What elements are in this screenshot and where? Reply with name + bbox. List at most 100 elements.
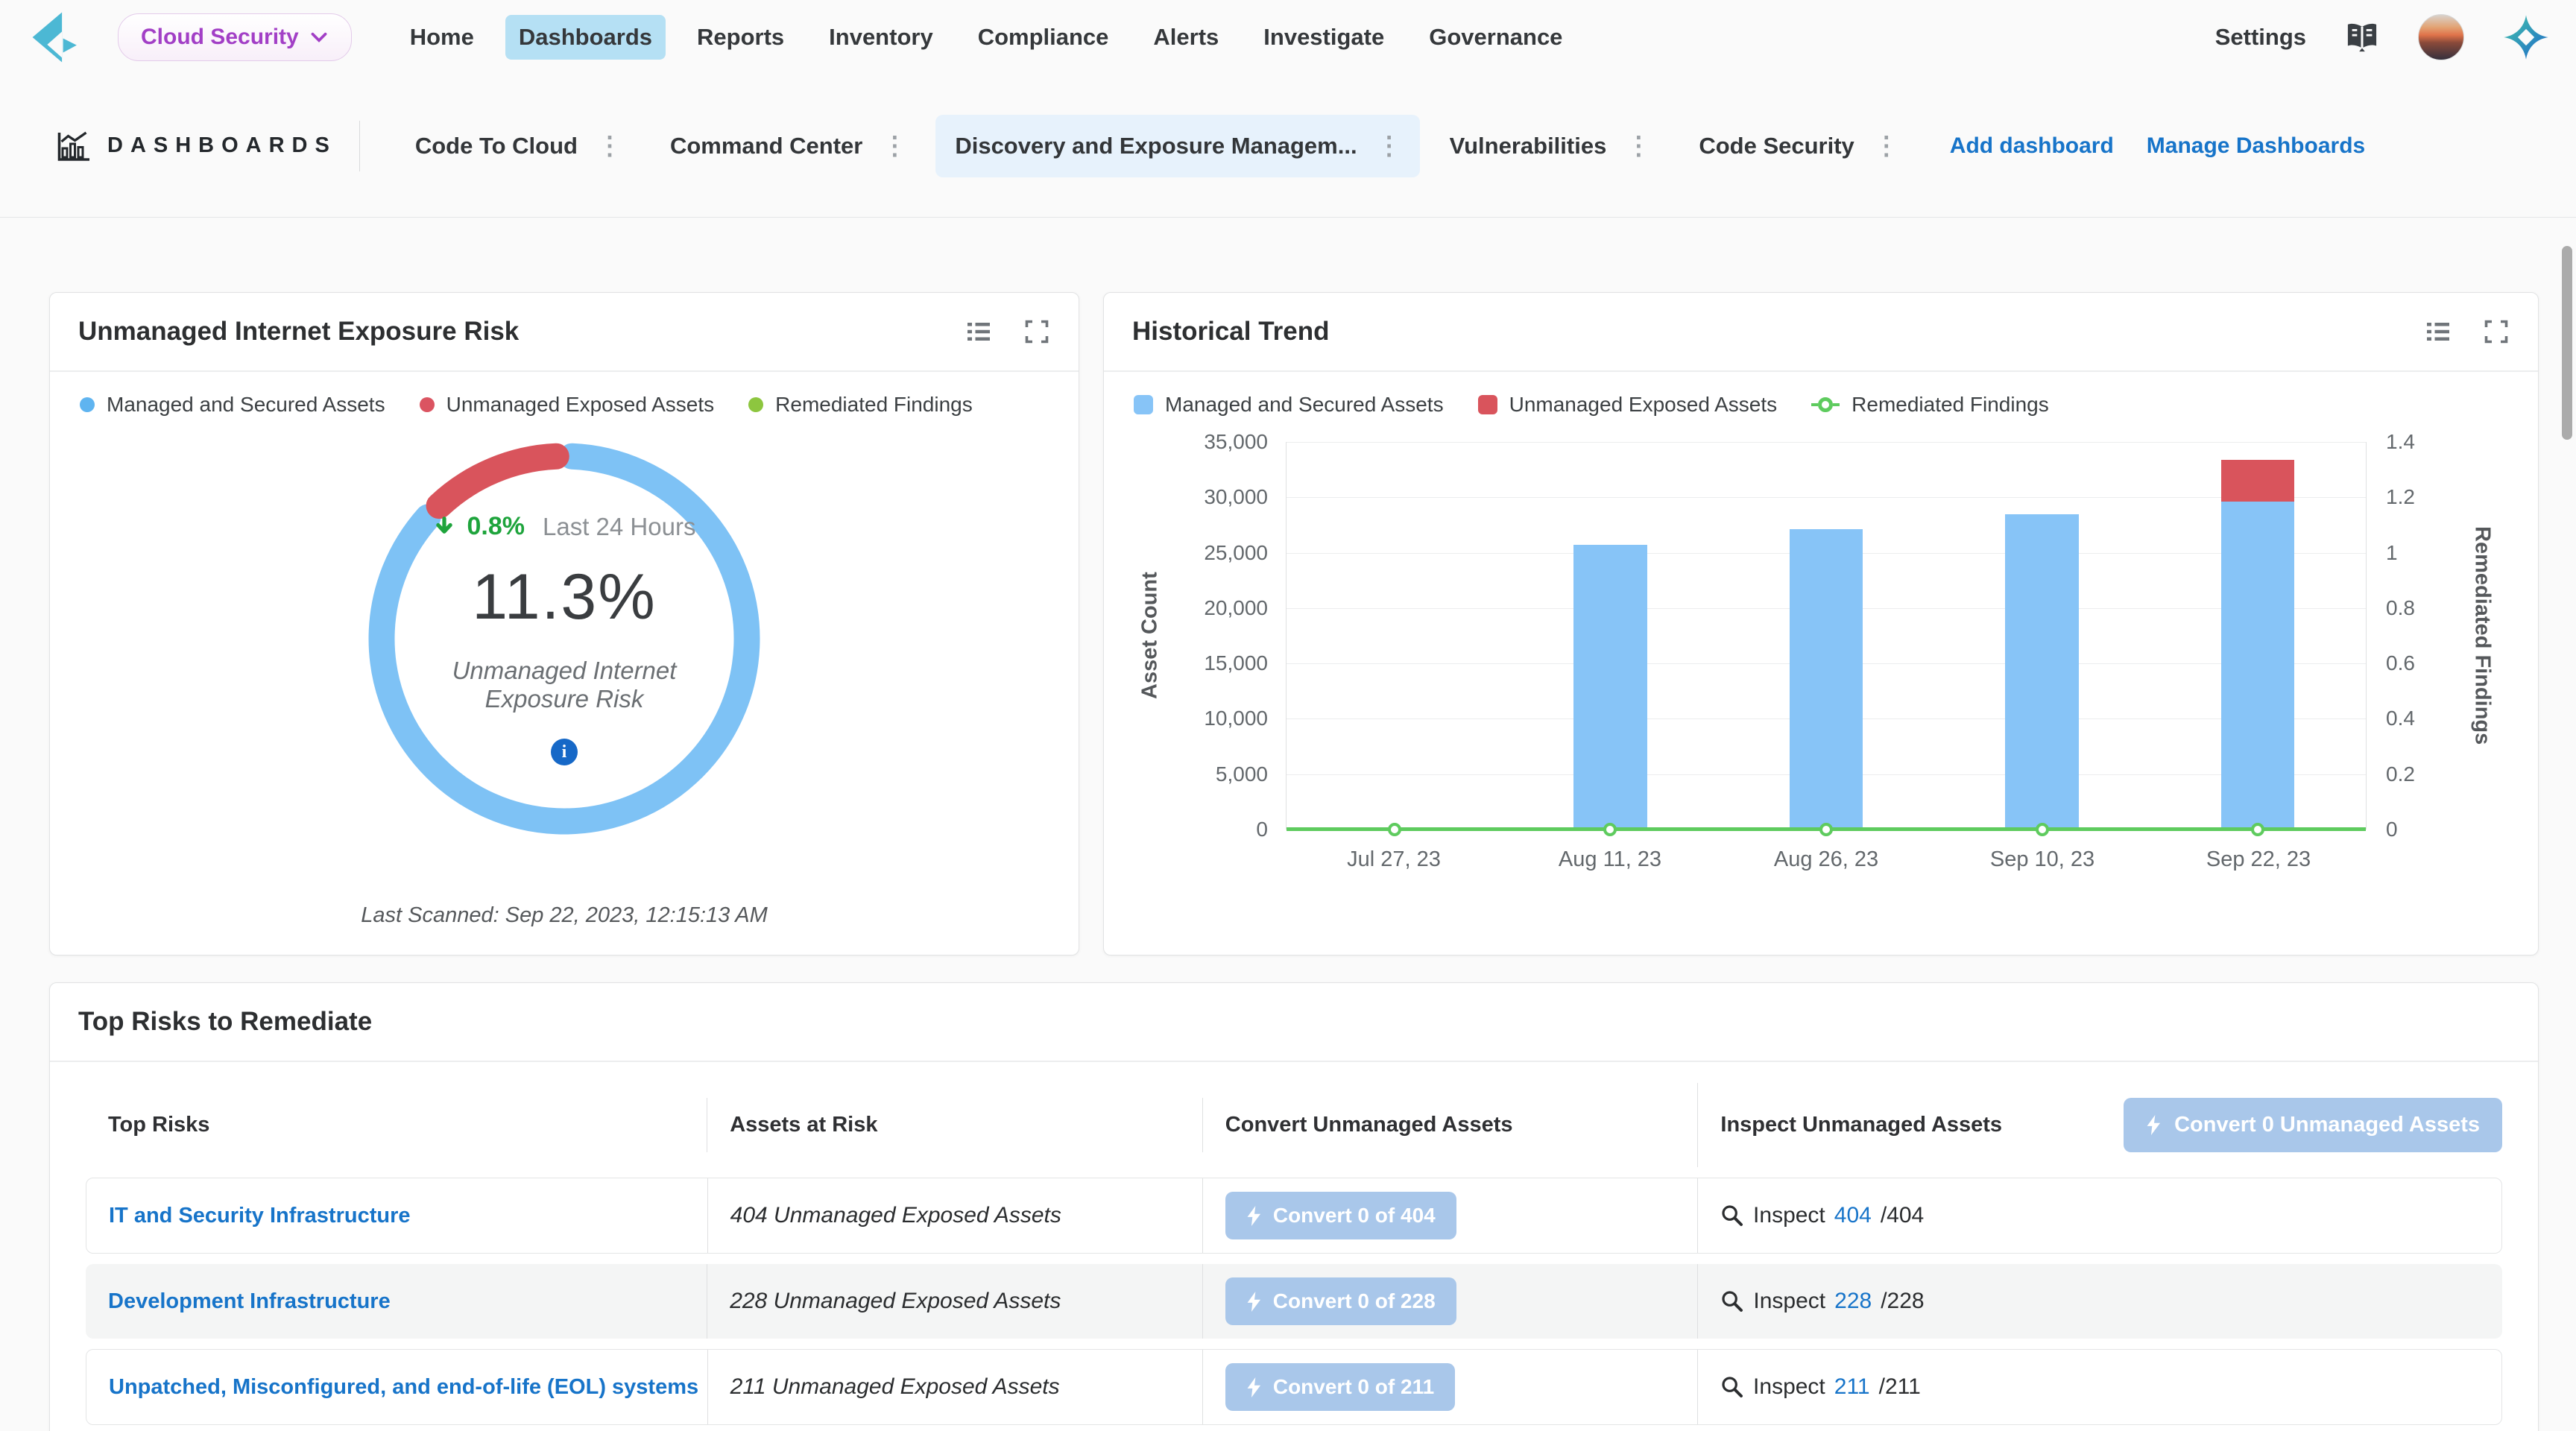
tab-label: Vulnerabilities	[1450, 133, 1607, 159]
convert-button-label: Convert 0 of 404	[1273, 1204, 1436, 1228]
nav-item-compliance[interactable]: Compliance	[965, 15, 1123, 60]
risk-link-unpatched-misconfigured-and-end-of-life-eol-systems[interactable]: Unpatched, Misconfigured, and end-of-lif…	[109, 1375, 698, 1400]
last-scanned-text: Last Scanned: Sep 22, 2023, 12:15:13 AM	[50, 903, 1079, 928]
settings-link[interactable]: Settings	[2215, 24, 2306, 51]
tab-kebab-menu-icon[interactable]	[882, 131, 907, 161]
y-axis-label-right: Remediated Findings	[2456, 442, 2508, 830]
convert-button[interactable]: Convert 0 of 211	[1225, 1363, 1455, 1411]
manage-dashboards-link[interactable]: Manage Dashboards	[2147, 133, 2365, 159]
legend-item-unmanaged-exposed-assets[interactable]: Unmanaged Exposed Assets	[420, 393, 715, 417]
top-navigation: Cloud Security Home Dashboards Reports Inve…	[0, 0, 2576, 75]
column-header-label: Top Risks	[108, 1113, 209, 1137]
legend-item-unmanaged-exposed-assets[interactable]: Unmanaged Exposed Assets	[1478, 393, 1778, 417]
y-tick-right: 0.2	[2386, 762, 2415, 786]
legend-item-remediated-findings[interactable]: Remediated Findings	[748, 393, 973, 417]
inspect-count: 228	[1834, 1289, 1872, 1314]
inspect-link[interactable]: Inspect228/228	[1720, 1289, 1924, 1314]
column-header-convert-unmanaged-assets: Convert Unmanaged Assets	[1202, 1098, 1698, 1152]
trend-card-title: Historical Trend	[1132, 317, 1330, 347]
column-header-inspect-unmanaged-assets: Inspect Unmanaged Assets Convert 0 Unmana…	[1697, 1083, 2502, 1167]
assets-at-risk-cell: 211 Unmanaged Exposed Assets	[707, 1350, 1202, 1424]
inspect-total: /211	[1879, 1374, 1921, 1400]
x-tick-label: Jul 27, 23	[1347, 847, 1441, 872]
convert-button-label: Convert 0 of 211	[1273, 1375, 1434, 1399]
brand-logo-icon[interactable]	[27, 6, 83, 69]
legend-label: Remediated Findings	[1852, 393, 2049, 417]
topnav-right: Settings	[2215, 14, 2549, 60]
info-icon[interactable]	[551, 739, 578, 765]
tab-code-security[interactable]: Code Security	[1679, 115, 1916, 177]
exposure-risk-card: Unmanaged Internet Exposure Risk Managed…	[49, 292, 1079, 955]
delta-period: Last 24 Hours	[543, 513, 695, 541]
y-tick-left: 0	[1256, 818, 1268, 841]
exposure-risk-value: 11.3%	[472, 560, 656, 634]
product-switcher[interactable]: Cloud Security	[118, 13, 352, 61]
exposure-risk-caption: Unmanaged Internet Exposure Risk	[408, 657, 721, 713]
bar-managed-and-secured-assets[interactable]	[1573, 545, 1647, 830]
tab-kebab-menu-icon[interactable]	[1377, 131, 1402, 161]
divider	[359, 121, 360, 171]
column-header-top-risks: Top Risks	[86, 1098, 707, 1152]
tab-kebab-menu-icon[interactable]	[1874, 131, 1899, 161]
convert-button[interactable]: Convert 0 of 404	[1225, 1192, 1456, 1239]
column-header-label: Inspect Unmanaged Assets	[1720, 1113, 2002, 1137]
table-row-it-and-security-infrastructure: IT and Security Infrastructure 404 Unmana…	[86, 1178, 2502, 1254]
assets-at-risk-cell: 228 Unmanaged Exposed Assets	[707, 1264, 1202, 1339]
x-tick-label: Aug 11, 23	[1559, 847, 1661, 872]
bar-managed-and-secured-assets[interactable]	[2221, 502, 2294, 830]
y-tick-right: 0.4	[2386, 707, 2415, 730]
bar-managed-and-secured-assets[interactable]	[2005, 514, 2078, 830]
nav-item-governance[interactable]: Governance	[1415, 15, 1576, 60]
assets-at-risk-text: 404 Unmanaged Exposed Assets	[730, 1203, 1061, 1228]
risk-link-development-infrastructure[interactable]: Development Infrastructure	[108, 1289, 391, 1314]
add-dashboard-link[interactable]: Add dashboard	[1950, 133, 2114, 159]
expand-fullscreen-icon[interactable]	[2483, 318, 2510, 345]
risk-link-it-and-security-infrastructure[interactable]: IT and Security Infrastructure	[109, 1204, 411, 1228]
inspect-cell: Inspect228/228	[1697, 1264, 2502, 1339]
expand-fullscreen-icon[interactable]	[1023, 318, 1050, 345]
y-axis-label-left: Asset Count	[1126, 442, 1174, 830]
nav-item-dashboards[interactable]: Dashboards	[505, 15, 666, 60]
nav-item-reports[interactable]: Reports	[684, 15, 798, 60]
chevron-down-icon	[309, 30, 329, 45]
tab-discovery-and-exposure-managem[interactable]: Discovery and Exposure Managem...	[935, 115, 1419, 177]
tab-kebab-menu-icon[interactable]	[597, 131, 622, 161]
inspect-link[interactable]: Inspect404/404	[1720, 1203, 1924, 1228]
table-row-development-infrastructure: Development Infrastructure 228 Unmanaged …	[86, 1264, 2502, 1339]
y-axis-ticks-left: 35,00030,00025,00020,00015,00010,0005,00…	[1174, 442, 1286, 830]
documentation-book-icon[interactable]	[2345, 22, 2379, 53]
legend-item-managed-and-secured-assets[interactable]: Managed and Secured Assets	[1134, 393, 1444, 417]
nav-item-inventory[interactable]: Inventory	[815, 15, 947, 60]
legend-marker	[748, 397, 763, 412]
nav-item-home[interactable]: Home	[397, 15, 487, 60]
legend-item-managed-and-secured-assets[interactable]: Managed and Secured Assets	[80, 393, 385, 417]
tab-code-to-cloud[interactable]: Code To Cloud	[396, 115, 640, 177]
inspect-prefix: Inspect	[1753, 1289, 1825, 1314]
tab-vulnerabilities[interactable]: Vulnerabilities	[1430, 115, 1670, 177]
convert-button[interactable]: Convert 0 of 228	[1225, 1277, 1456, 1325]
inspect-count: 211	[1834, 1374, 1870, 1400]
nav-item-investigate[interactable]: Investigate	[1250, 15, 1398, 60]
delta-value: 0.8%	[467, 512, 525, 541]
y-tick-left: 5,000	[1216, 762, 1268, 786]
legend-item-remediated-findings[interactable]: Remediated Findings	[1811, 393, 2049, 417]
inspect-cell: Inspect404/404	[1697, 1178, 2501, 1253]
bar-managed-and-secured-assets[interactable]	[1790, 529, 1863, 830]
user-avatar[interactable]	[2418, 14, 2464, 60]
legend-list-icon[interactable]	[965, 318, 992, 345]
legend-marker	[1811, 397, 1840, 412]
inspect-link[interactable]: Inspect211/211	[1720, 1374, 1921, 1400]
convert-cell: Convert 0 of 404	[1202, 1178, 1697, 1253]
inspect-total: /404	[1881, 1203, 1924, 1228]
bar-unmanaged-exposed-assets[interactable]	[2221, 460, 2294, 502]
convert-all-unmanaged-assets-button[interactable]: Convert 0 Unmanaged Assets	[2124, 1098, 2502, 1152]
inspect-count: 404	[1834, 1203, 1872, 1228]
nav-item-alerts[interactable]: Alerts	[1140, 15, 1232, 60]
legend-list-icon[interactable]	[2425, 318, 2452, 345]
tab-command-center[interactable]: Command Center	[651, 115, 925, 177]
x-tick-label: Aug 26, 23	[1774, 847, 1878, 872]
app-switcher-logo-icon[interactable]	[2503, 14, 2549, 60]
trend-chart: Asset Count 35,00030,00025,00020,00015,0…	[1126, 442, 2508, 889]
tab-kebab-menu-icon[interactable]	[1626, 131, 1651, 161]
scrollbar-thumb[interactable]	[2562, 246, 2572, 440]
